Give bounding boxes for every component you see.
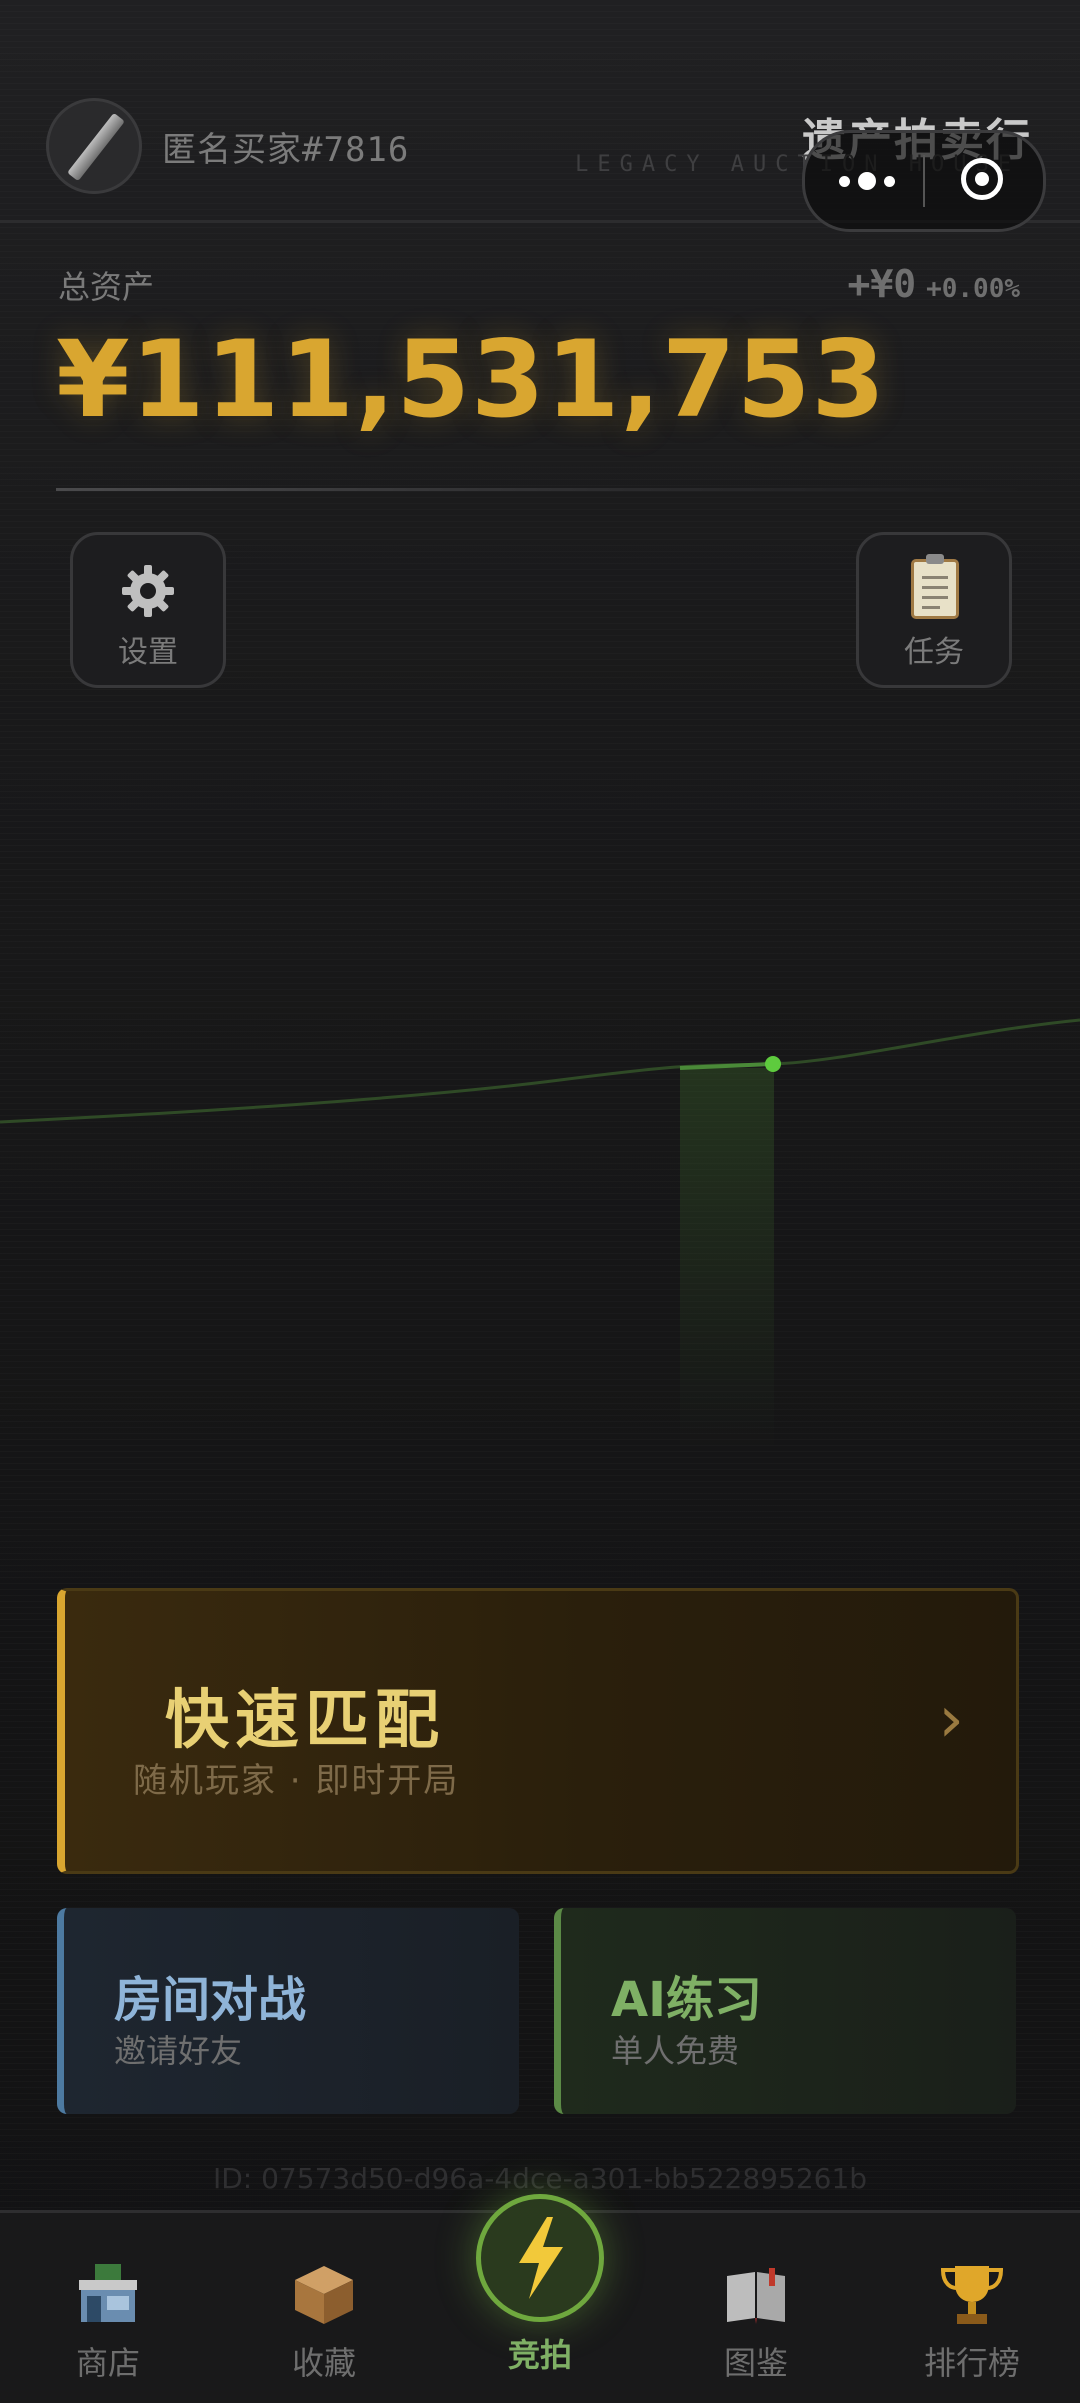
gear-icon (122, 565, 174, 617)
nav-leaderboard-label: 排行榜 (923, 2344, 1020, 2382)
book-icon (676, 2256, 836, 2332)
chart-current-point (765, 1056, 781, 1072)
asset-change-percent: +0.00% (926, 274, 1020, 304)
more-icon[interactable] (839, 163, 929, 199)
nav-leaderboard[interactable]: 排行榜 (892, 2256, 1052, 2384)
username: 匿名买家#7816 (162, 130, 410, 170)
room-battle-title: 房间对战 (114, 1972, 307, 2028)
trophy-icon (892, 2256, 1052, 2332)
tasks-button[interactable]: 任务 (856, 532, 1012, 688)
nav-collection-label: 收藏 (291, 2344, 356, 2382)
chevron-right-icon: › (938, 1683, 964, 1757)
divider (56, 488, 1020, 491)
shop-icon (28, 2256, 188, 2332)
asset-change-amount: +¥0 (847, 262, 917, 306)
nav-shop-label: 商店 (75, 2344, 140, 2382)
quick-match-title: 快速匹配 (165, 1684, 445, 1758)
ai-practice-title: AI练习 (611, 1972, 763, 2028)
tasks-label: 任务 (904, 635, 964, 670)
nav-auction-label: 竞拍 (507, 2336, 572, 2374)
settings-label: 设置 (118, 635, 178, 670)
nav-auction[interactable] (476, 2194, 604, 2322)
quick-match-button[interactable]: 快速匹配 随机玩家 · 即时开局 › (57, 1588, 1019, 1874)
room-battle-subtitle: 邀请好友 (114, 2032, 243, 2070)
chart-highlight-column (680, 1068, 774, 1448)
clipboard-icon (911, 554, 959, 619)
settings-button[interactable]: 设置 (70, 532, 226, 688)
avatar[interactable] (46, 98, 142, 194)
mini-program-capsule (802, 130, 1046, 232)
chart-line (0, 1018, 1080, 1124)
lightning-icon (519, 2217, 563, 2299)
header: 匿名买家#7816 遗产拍卖行 LEGACY AUCTION HOUSE (0, 0, 1080, 232)
package-icon (244, 2256, 404, 2332)
total-assets-label: 总资产 (58, 268, 155, 306)
room-battle-button[interactable]: 房间对战 邀请好友 (57, 1908, 519, 2114)
nav-shop[interactable]: 商店 (28, 2256, 188, 2384)
asset-trend-chart (0, 1018, 1080, 1448)
nav-codex-label: 图鉴 (723, 2344, 788, 2382)
nav-collection[interactable]: 收藏 (244, 2256, 404, 2384)
asset-change: +¥0 +0.00% (847, 262, 1020, 306)
nav-codex[interactable]: 图鉴 (676, 2256, 836, 2384)
ai-practice-subtitle: 单人免费 (611, 2032, 740, 2070)
user-id: ID: 07573d50-d96a-4dce-a301-bb522895261b (212, 2162, 868, 2195)
total-assets-value: ¥111,531,753 (56, 318, 887, 441)
close-miniprogram-icon[interactable] (961, 158, 1003, 200)
ai-practice-button[interactable]: AI练习 单人免费 (554, 1908, 1016, 2114)
capsule-divider (923, 155, 925, 207)
knife-icon (67, 112, 125, 182)
quick-match-subtitle: 随机玩家 · 即时开局 (133, 1761, 460, 1801)
